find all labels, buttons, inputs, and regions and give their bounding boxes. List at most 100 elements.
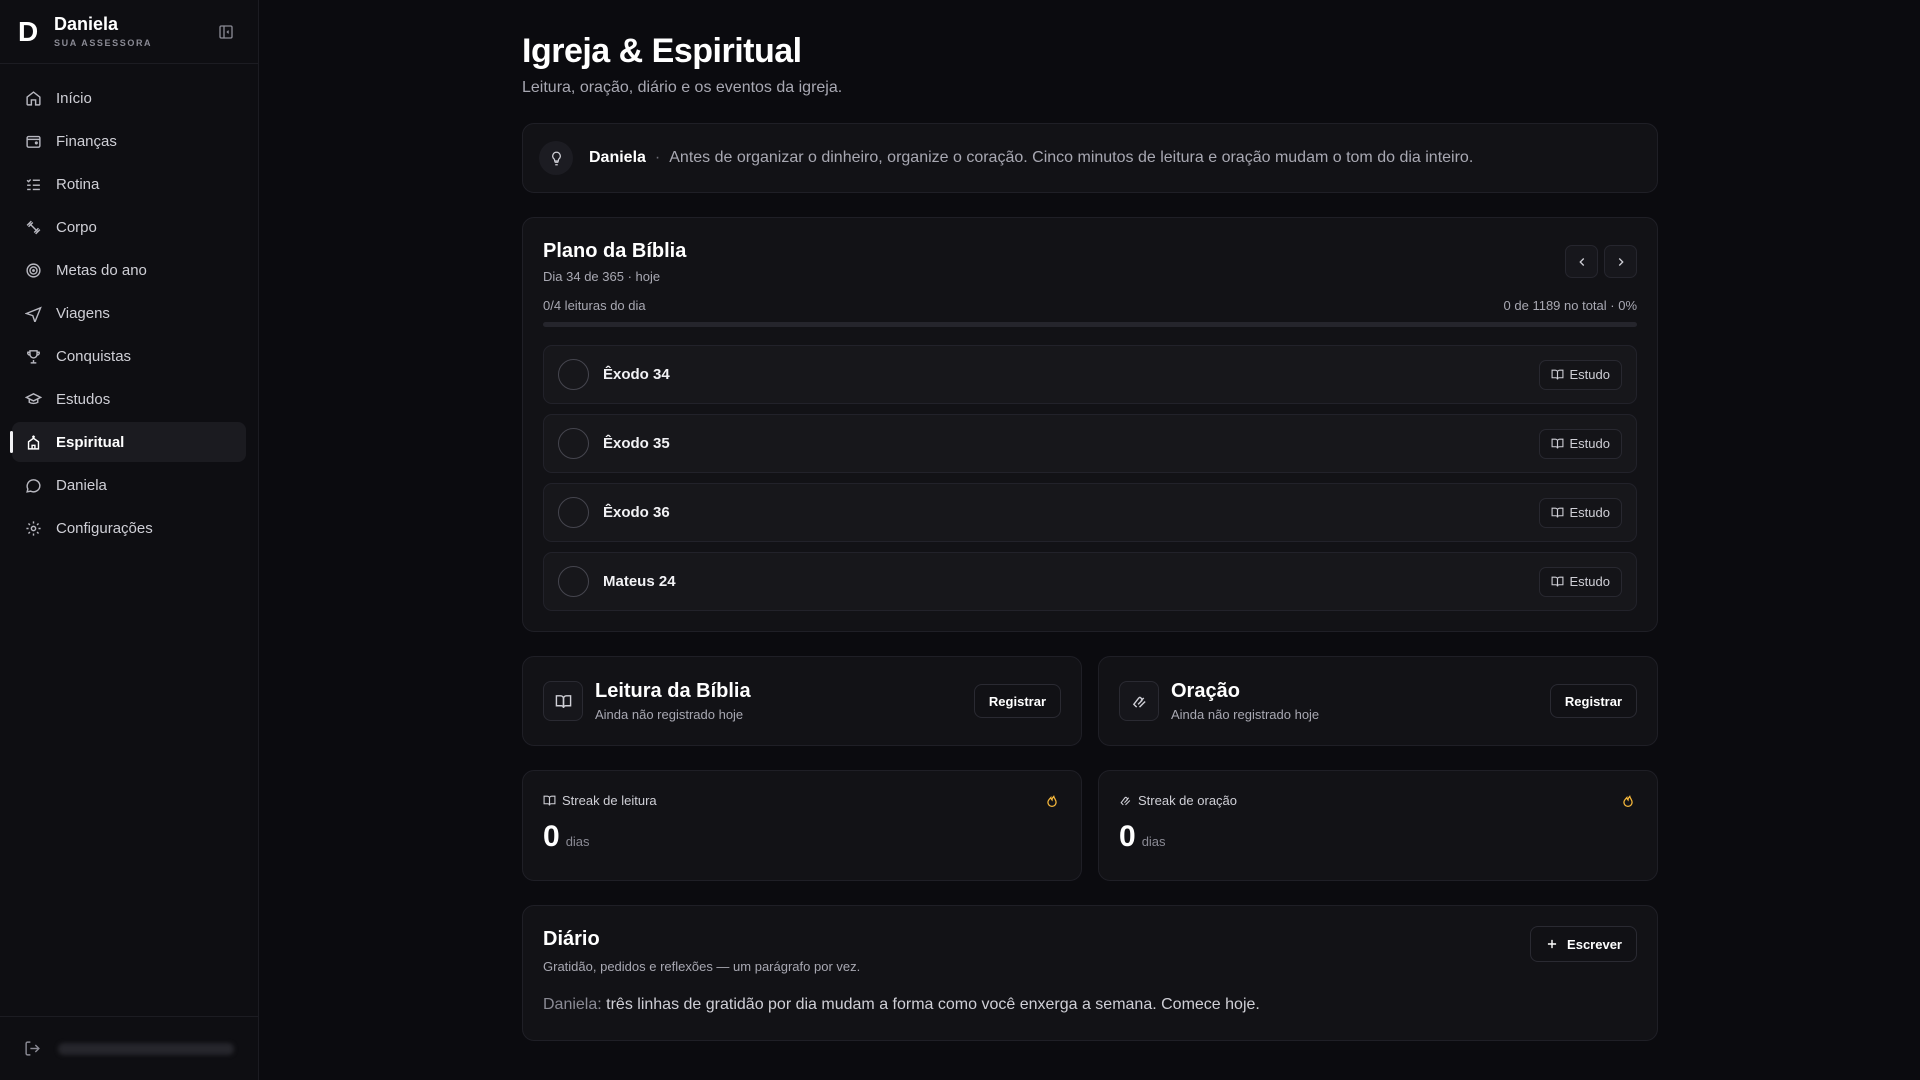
sidebar-item-label: Conquistas <box>56 347 132 365</box>
sidebar-item-financas[interactable]: Finanças <box>12 121 246 161</box>
next-day-button[interactable] <box>1604 245 1637 278</box>
plus-icon <box>1547 939 1557 949</box>
prayer-streak-unit: dias <box>1141 834 1166 849</box>
plane-icon <box>24 304 42 322</box>
study-button-label: Estudo <box>1569 367 1610 382</box>
tip-author: Daniela <box>589 149 646 166</box>
prev-day-button[interactable] <box>1565 245 1598 278</box>
study-button[interactable]: Estudo <box>1538 428 1622 459</box>
brand-logo: D <box>18 15 39 47</box>
prayer-streak-label: Streak de oração <box>1138 793 1238 808</box>
register-prayer-button[interactable]: Registrar <box>1549 684 1637 718</box>
praying-hands-icon <box>1120 796 1131 806</box>
prayer-streak-card: Streak de oração 0 dias <box>1098 770 1658 881</box>
sidebar-item-espiritual[interactable]: Espiritual <box>10 422 246 462</box>
write-button-label: Escrever <box>1567 936 1622 952</box>
reading-label: Êxodo 35 <box>603 435 670 452</box>
sidebar-item-estudos[interactable]: Estudos <box>12 379 246 419</box>
study-button[interactable]: Estudo <box>1538 497 1622 528</box>
lightbulb-icon <box>539 141 573 175</box>
sidebar: D Daniela SUA ASSESSORA Início Finanças … <box>0 0 259 1080</box>
sidebar-item-label: Metas do ano <box>56 261 147 279</box>
sidebar-item-corpo[interactable]: Corpo <box>12 207 246 247</box>
list-checks-icon <box>24 175 42 193</box>
study-button[interactable]: Estudo <box>1538 566 1622 597</box>
reading-label: Mateus 24 <box>603 573 676 590</box>
reading-streak-value: 0 <box>543 820 560 853</box>
reading-label: Êxodo 36 <box>603 504 670 521</box>
register-reading-button[interactable]: Registrar <box>973 684 1061 718</box>
study-button[interactable]: Estudo <box>1538 359 1622 390</box>
study-button-label: Estudo <box>1569 574 1610 589</box>
sidebar-item-label: Viagens <box>56 304 110 322</box>
graduation-cap-icon <box>24 390 42 408</box>
prayer-log-card: Oração Ainda não registrado hoje Registr… <box>1098 656 1658 746</box>
sidebar-item-label: Configurações <box>56 519 153 537</box>
brand-subtitle: SUA ASSESSORA <box>54 37 153 48</box>
sidebar-item-label: Rotina <box>56 175 100 193</box>
bible-log-status: Ainda não registrado hoje <box>595 707 744 722</box>
sidebar-item-label: Estudos <box>56 390 111 408</box>
prayer-streak-value: 0 <box>1119 820 1136 853</box>
reading-streak-label: Streak de leitura <box>562 793 657 808</box>
sidebar-item-configuracoes[interactable]: Configurações <box>12 508 246 548</box>
study-button-label: Estudo <box>1569 436 1610 451</box>
sidebar-item-label: Finanças <box>56 132 117 150</box>
reading-label: Êxodo 34 <box>603 366 670 383</box>
plan-progress-bar <box>543 322 1637 327</box>
book-open-icon <box>543 681 583 721</box>
dumbbell-icon <box>24 218 42 236</box>
diary-title: Diário <box>543 928 600 950</box>
sidebar-item-label: Daniela <box>56 476 107 494</box>
book-open-icon <box>1551 576 1563 587</box>
book-open-icon <box>1551 369 1563 380</box>
sidebar-nav: Início Finanças Rotina Corpo Metas do an… <box>0 64 258 565</box>
chevron-right-icon <box>1618 257 1624 266</box>
flame-icon <box>1045 793 1059 813</box>
prayer-log-title: Oração <box>1171 680 1240 702</box>
home-icon <box>24 89 42 107</box>
reading-item: Êxodo 35 Estudo <box>543 414 1637 473</box>
diary-prompt-author: Daniela: <box>543 996 602 1013</box>
sidebar-item-metas[interactable]: Metas do ano <box>12 250 246 290</box>
bible-plan-card: Plano da Bíblia Dia 34 de 365 · hoje 0/4… <box>522 217 1658 632</box>
total-progress-label: 0 de 1189 no total · 0% <box>1503 298 1637 313</box>
book-open-icon <box>1551 438 1563 449</box>
plan-subtitle: Dia 34 de 365 · hoje <box>543 269 661 284</box>
reading-checkbox[interactable] <box>558 497 589 528</box>
reading-item: Êxodo 34 Estudo <box>543 345 1637 404</box>
sidebar-item-conquistas[interactable]: Conquistas <box>12 336 246 376</box>
bible-log-title: Leitura da Bíblia <box>595 680 751 702</box>
reading-checkbox[interactable] <box>558 566 589 597</box>
daily-progress-label: 0/4 leituras do dia <box>543 298 646 313</box>
church-icon <box>24 433 42 451</box>
brand-name: Daniela <box>54 14 119 35</box>
page-title: Igreja & Espiritual <box>522 32 802 70</box>
sidebar-item-label: Espiritual <box>56 433 125 451</box>
logout-icon[interactable] <box>24 1040 42 1058</box>
sidebar-item-viagens[interactable]: Viagens <box>12 293 246 333</box>
app-root: D Daniela SUA ASSESSORA Início Finanças … <box>0 0 1920 1080</box>
sidebar-collapse-icon[interactable] <box>216 22 236 42</box>
sidebar-item-rotina[interactable]: Rotina <box>12 164 246 204</box>
main-content: Igreja & Espiritual Leitura, oração, diá… <box>259 0 1920 1080</box>
diary-prompt: Daniela: três linhas de gratidão por dia… <box>543 996 1637 1014</box>
trophy-icon <box>24 347 42 365</box>
plan-title: Plano da Bíblia <box>543 240 687 262</box>
chevron-left-icon <box>1578 257 1584 266</box>
chat-bubble-icon <box>24 476 42 494</box>
page-subtitle: Leitura, oração, diário e os eventos da … <box>522 79 843 96</box>
reading-list: Êxodo 34 Estudo Êxodo 35 Estudo Êxodo 36… <box>543 345 1637 611</box>
prayer-log-status: Ainda não registrado hoje <box>1171 707 1320 722</box>
reading-checkbox[interactable] <box>558 359 589 390</box>
diary-card: Diário Gratidão, pedidos e reflexões — u… <box>522 905 1658 1041</box>
reading-checkbox[interactable] <box>558 428 589 459</box>
wallet-icon <box>24 132 42 150</box>
sidebar-item-daniela[interactable]: Daniela <box>12 465 246 505</box>
target-icon <box>24 261 42 279</box>
sidebar-item-inicio[interactable]: Início <box>12 78 246 118</box>
write-diary-button[interactable]: Escrever <box>1530 926 1637 962</box>
sidebar-item-label: Corpo <box>56 218 97 236</box>
flame-icon <box>1621 793 1635 813</box>
diary-prompt-text: três linhas de gratidão por dia mudam a … <box>606 996 1260 1013</box>
